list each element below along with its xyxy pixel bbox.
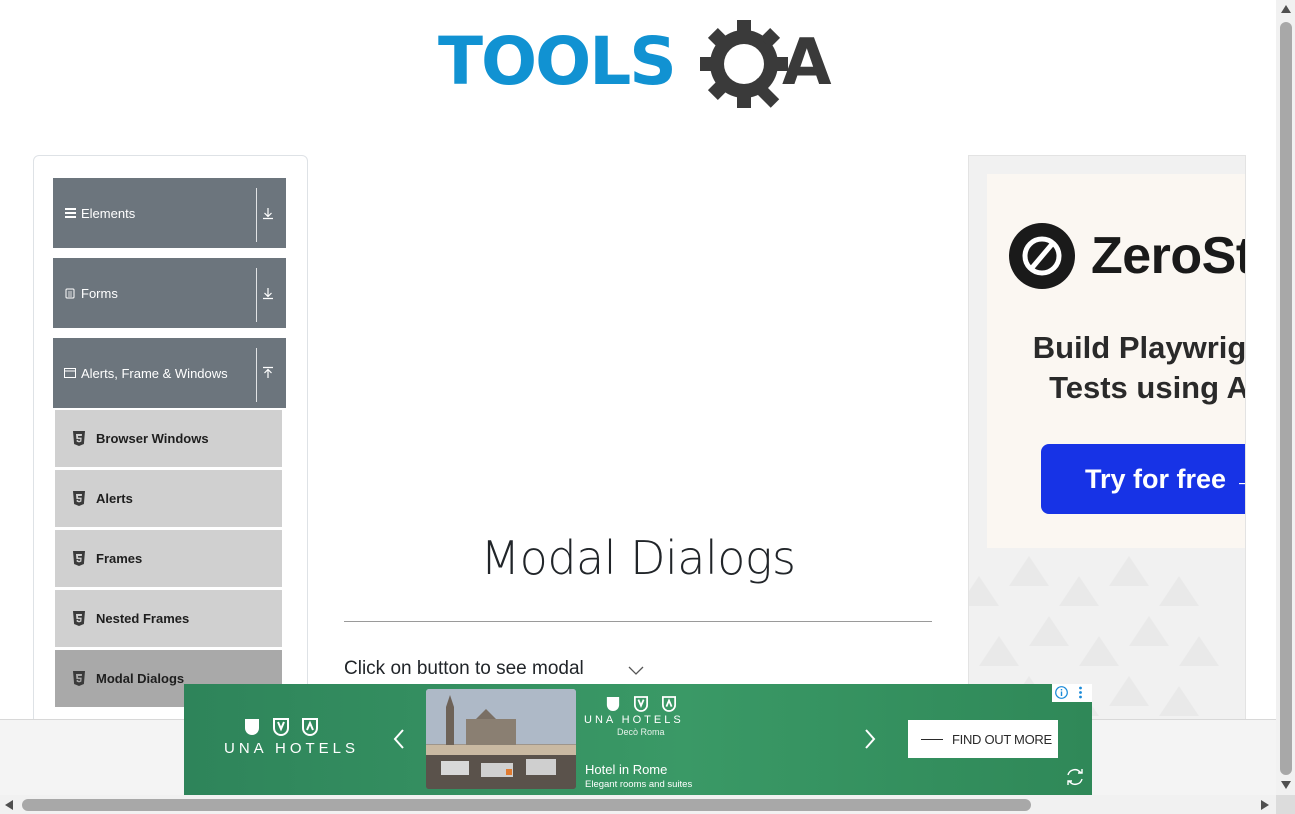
page-title: Modal Dialogs: [480, 531, 796, 585]
title-divider: [344, 621, 932, 622]
hotel-photo[interactable]: [426, 689, 576, 789]
toolsqa-logo[interactable]: TOOLS A: [438, 18, 842, 114]
button-dash: [921, 738, 943, 740]
ad-card: ZeroSte Build Playwrigh Tests using A Tr…: [987, 174, 1246, 548]
modal-hint-text: Click on button to see modal: [344, 658, 584, 679]
html5-icon: [73, 670, 85, 686]
una-logo-text: UNA HOTELS: [584, 714, 684, 726]
menu-item-label: Nested Frames: [96, 611, 190, 626]
group-label: Forms: [81, 285, 118, 301]
scroll-left-arrow-icon[interactable]: [3, 798, 15, 812]
ad-headline-2: Tests using A: [1049, 370, 1246, 405]
menu-item-label: Modal Dialogs: [96, 671, 185, 686]
una-deco-roma-logo: UNA HOTELS Decò Roma: [584, 696, 704, 737]
vertical-scrollbar-thumb[interactable]: [1280, 22, 1292, 775]
html5-icon: [73, 430, 85, 446]
menu-item-label: Frames: [96, 551, 143, 566]
una-hotels-logo: UNA HOTELS: [224, 718, 360, 757]
menu-item-alerts[interactable]: Alerts: [55, 470, 282, 527]
banner-advertisement[interactable]: UNA HOTELS UNA HOTELS Decò Roma Hotel in…: [184, 684, 1092, 795]
divider: [256, 268, 257, 322]
hamburger-icon: [64, 207, 76, 219]
form-icon: [64, 287, 76, 299]
scroll-down-arrow-icon[interactable]: [1279, 779, 1293, 791]
hotel-title: Hotel in Rome: [585, 762, 668, 777]
group-forms[interactable]: Forms: [53, 258, 286, 328]
scrollbar-corner: [1276, 795, 1295, 814]
side-advertisement[interactable]: ZeroSte Build Playwrigh Tests using A Tr…: [968, 155, 1246, 727]
scroll-up-arrow-icon[interactable]: [1279, 3, 1293, 15]
group-label: Alerts, Frame & Windows: [81, 365, 228, 381]
menu-item-frames[interactable]: Frames: [55, 530, 282, 587]
html5-icon: [73, 550, 85, 566]
horizontal-scrollbar-thumb[interactable]: [22, 799, 1031, 811]
una-logo-subtext: Decò Roma: [617, 727, 665, 737]
divider: [256, 188, 257, 242]
upload-arrow-icon[interactable]: [261, 366, 275, 380]
html5-icon: [73, 490, 85, 506]
divider: [256, 348, 257, 402]
scroll-right-arrow-icon[interactable]: [1259, 798, 1271, 812]
chevron-right-icon[interactable]: [863, 728, 877, 750]
find-out-more-button[interactable]: FIND OUT MORE: [908, 720, 1058, 758]
menu-item-label: Alerts: [96, 491, 133, 506]
info-icon[interactable]: [1055, 686, 1068, 699]
chevron-left-icon[interactable]: [392, 728, 406, 750]
group-label: Elements: [81, 205, 136, 221]
menu-item-label: Browser Windows: [96, 431, 209, 446]
find-out-more-label: FIND OUT MORE: [952, 731, 1052, 747]
group-alerts-frame-windows[interactable]: Alerts, Frame & Windows: [53, 338, 286, 408]
una-logo-text: UNA HOTELS: [224, 740, 360, 757]
ad-choices-bar[interactable]: [1052, 684, 1092, 702]
una-shield-marks-icon: [244, 718, 318, 736]
more-vertical-icon[interactable]: [1074, 686, 1087, 699]
download-arrow-icon[interactable]: [261, 206, 275, 220]
ad-brand-name: ZeroSte: [1091, 227, 1245, 285]
ad-cta-button[interactable]: Try for free →: [1041, 444, 1245, 514]
window-icon: [64, 367, 76, 379]
chevron-down-icon: [628, 666, 644, 675]
menu-item-nested-frames[interactable]: Nested Frames: [55, 590, 282, 647]
html5-icon: [73, 610, 85, 626]
replay-icon[interactable]: [1065, 767, 1085, 787]
download-arrow-icon[interactable]: [261, 286, 275, 300]
ad-headline-1: Build Playwrigh: [1032, 330, 1246, 365]
una-shield-marks-icon: [606, 696, 676, 712]
menu-item-browser-windows[interactable]: Browser Windows: [55, 410, 282, 467]
hotel-subtitle: Elegant rooms and suites: [585, 779, 693, 790]
logo-text-a: A: [782, 26, 832, 100]
logo-text-tools: TOOLS: [438, 23, 675, 100]
group-elements[interactable]: Elements: [53, 178, 286, 248]
zerostep-logo-icon: [1009, 223, 1075, 289]
